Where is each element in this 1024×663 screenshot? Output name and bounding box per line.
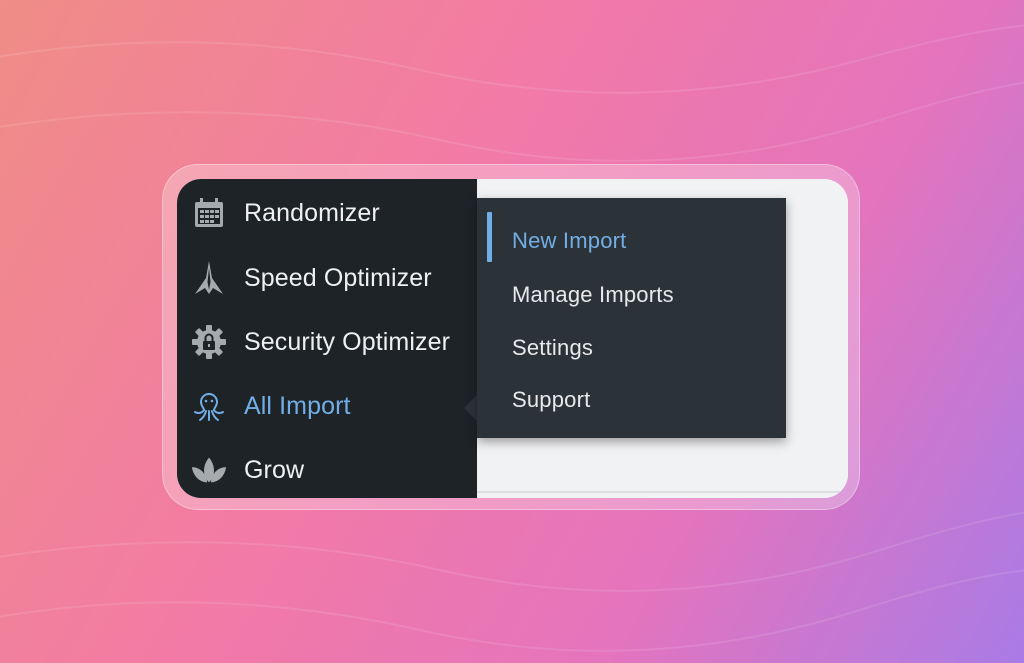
admin-sidebar: Randomizer Speed Optimizer Security Opti…	[177, 179, 478, 498]
sidebar-item-security-optimizer[interactable]: Security Optimizer	[177, 312, 477, 372]
sidebar-item-randomizer[interactable]: Randomizer	[177, 183, 477, 243]
sidebar-item-all-import[interactable]: All Import	[177, 376, 477, 436]
submenu-pointer	[464, 394, 478, 422]
sidebar-item-label: Randomizer	[244, 198, 380, 227]
submenu-item-new-import[interactable]: New Import	[512, 228, 626, 254]
submenu-item-support[interactable]: Support	[512, 387, 590, 413]
submenu-item-manage-imports[interactable]: Manage Imports	[512, 282, 674, 308]
sidebar-item-label: All Import	[244, 391, 351, 420]
content-divider	[477, 491, 848, 493]
sidebar-item-label: Speed Optimizer	[244, 263, 432, 292]
leaves-icon	[191, 452, 227, 488]
sidebar-item-label: Grow	[244, 455, 305, 484]
sidebar-item-speed-optimizer[interactable]: Speed Optimizer	[177, 248, 477, 308]
submenu-item-settings[interactable]: Settings	[512, 335, 593, 361]
sidebar-item-label: Security Optimizer	[244, 327, 451, 356]
current-item-indicator	[487, 212, 492, 262]
sidebar-item-grow[interactable]: Grow	[177, 440, 477, 498]
octopus-icon	[191, 388, 227, 424]
gear-lock-icon	[191, 324, 227, 360]
rocket-icon	[191, 260, 227, 296]
calendar-icon	[191, 195, 227, 231]
all-import-submenu: New Import Manage Imports Settings Suppo…	[477, 198, 786, 438]
